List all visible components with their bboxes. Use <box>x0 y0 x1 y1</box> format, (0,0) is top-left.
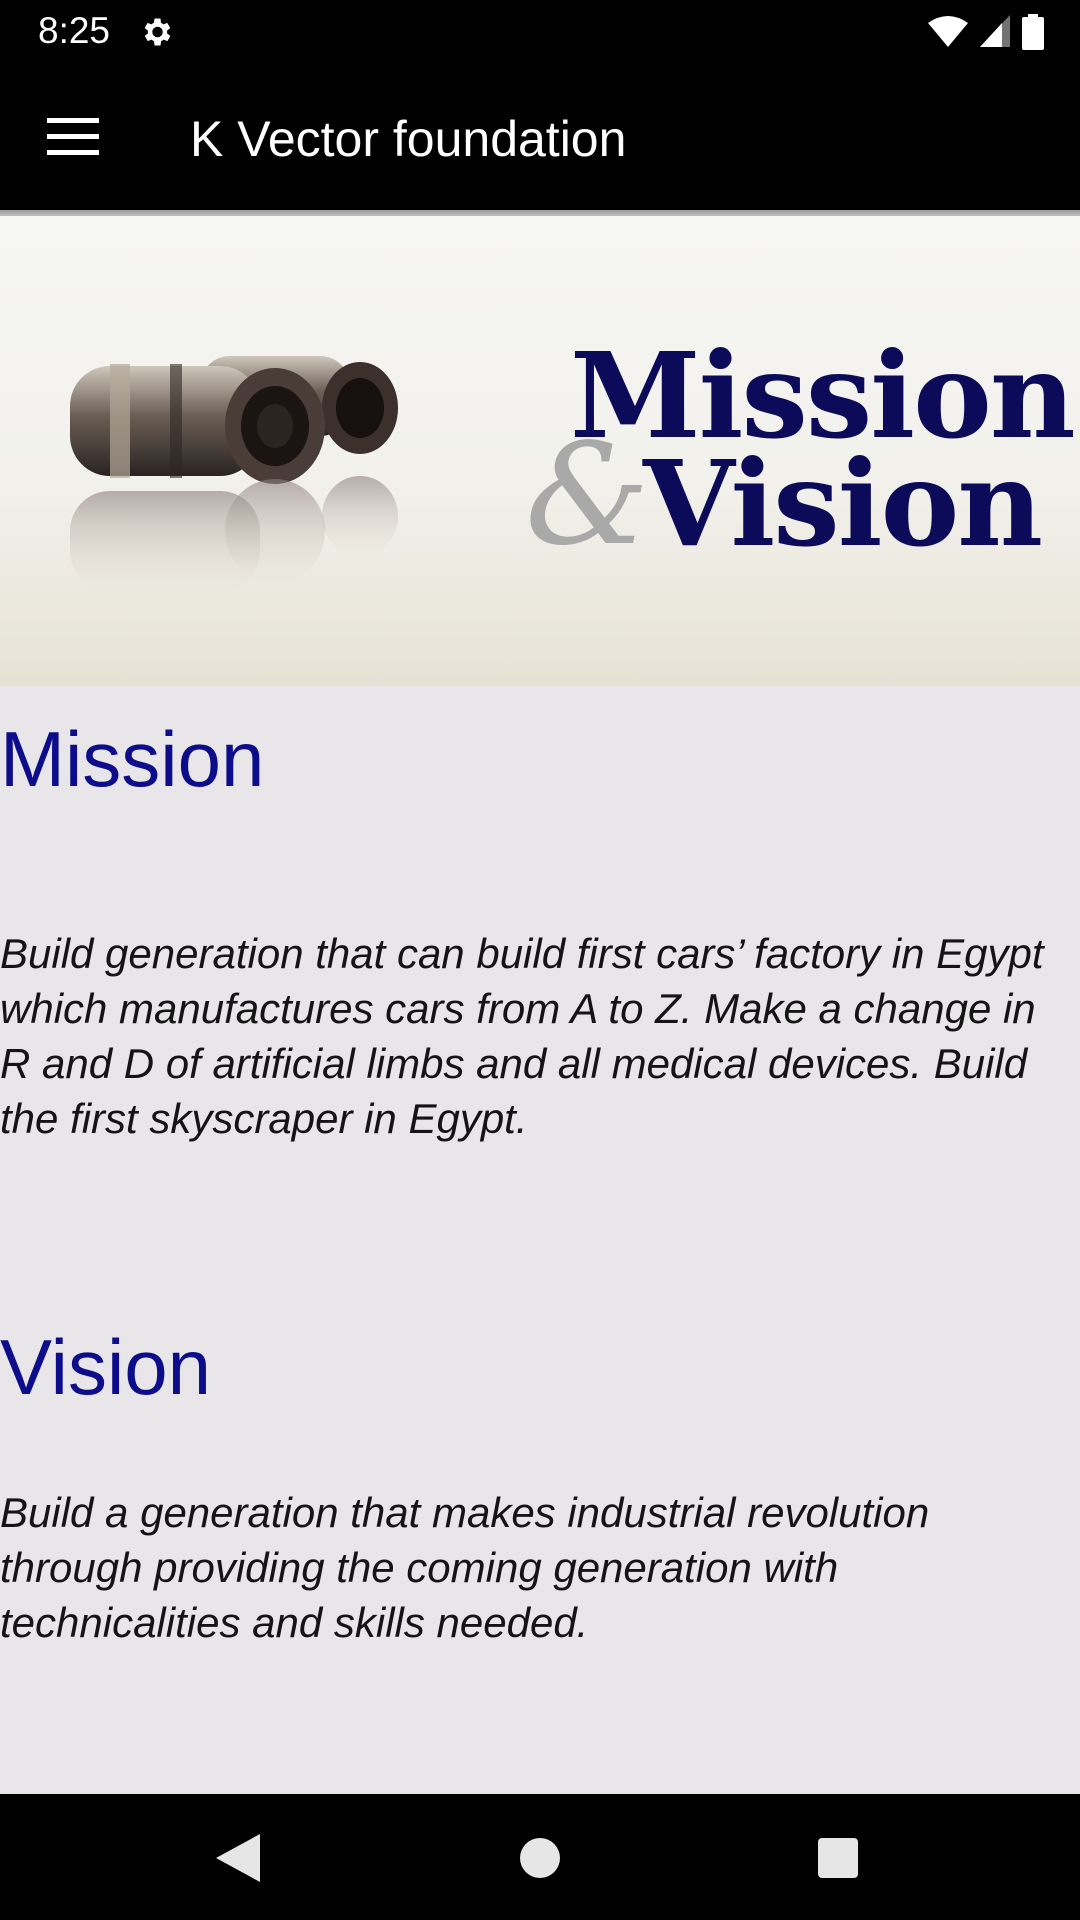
banner-vision-text: Vision <box>643 434 1043 573</box>
cell-signal-icon <box>980 15 1010 47</box>
mission-text: Build generation that can build first ca… <box>0 930 1044 1142</box>
mission-heading: Mission <box>0 715 265 803</box>
binoculars-image <box>70 356 398 591</box>
banner-ampersand: & <box>525 414 650 577</box>
status-icons <box>928 14 1044 50</box>
system-nav-bar <box>0 1794 1080 1920</box>
app-title: K Vector foundation <box>190 111 627 167</box>
hamburger-menu-icon <box>47 118 99 155</box>
vision-heading: Vision <box>0 1323 212 1411</box>
app-bar: K Vector foundation <box>0 64 1080 210</box>
battery-icon <box>1022 14 1044 50</box>
wifi-icon <box>928 16 968 47</box>
back-icon[interactable] <box>216 1834 260 1882</box>
recents-icon[interactable] <box>818 1838 858 1878</box>
banner-title: Mission & Vision <box>525 326 1076 586</box>
home-icon[interactable] <box>520 1838 560 1878</box>
vision-text: Build a generation that makes industrial… <box>0 1489 930 1646</box>
status-bar: 8:25 <box>0 0 1080 64</box>
menu-button[interactable] <box>40 104 106 170</box>
status-time: 8:25 <box>38 10 111 51</box>
mission-vision-banner: Mission & Vision <box>0 216 1080 686</box>
settings-icon <box>144 18 171 46</box>
